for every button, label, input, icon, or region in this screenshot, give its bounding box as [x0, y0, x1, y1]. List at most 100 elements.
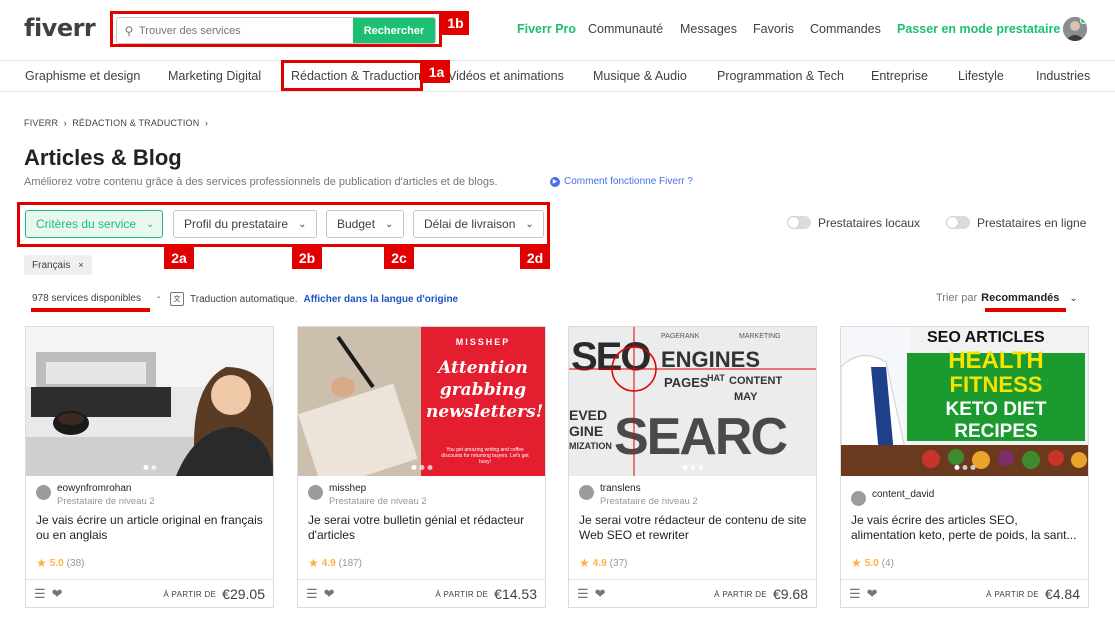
auto-translate: 文 Traduction automatique. Afficher dans …	[170, 292, 458, 306]
gig-rating: ★ 4.9 (37)	[579, 556, 627, 570]
nav-become-seller[interactable]: Passer en mode prestataire	[897, 22, 1060, 36]
online-sellers-toggle[interactable]	[946, 216, 970, 229]
cat-graphisme[interactable]: Graphisme et design	[25, 69, 140, 83]
gig-rating: ★ 4.9 (187)	[308, 556, 362, 570]
seller-avatar[interactable]	[308, 485, 323, 500]
rating-value: 5.0	[49, 557, 64, 569]
thumb-line: FITNESS	[949, 372, 1043, 397]
cat-industries[interactable]: Industries	[1036, 69, 1090, 83]
rating-count: (38)	[66, 557, 85, 569]
fiverr-logo[interactable]: fiverr	[24, 14, 96, 42]
play-icon: ▶	[550, 176, 560, 187]
cat-programmation[interactable]: Programmation & Tech	[717, 69, 844, 83]
page-subtitle: Améliorez votre contenu grâce à des serv…	[24, 176, 498, 188]
cat-musique[interactable]: Musique & Audio	[593, 69, 687, 83]
gig-title[interactable]: Je serai votre rédacteur de contenu de s…	[579, 513, 809, 543]
breadcrumb-section[interactable]: RÉDACTION & TRADUCTION	[72, 118, 199, 128]
annotation-label-2a: 2a	[164, 247, 194, 269]
how-it-works-link[interactable]: ▶ Comment fonctionne Fiverr ?	[550, 176, 693, 187]
annotation-box-1a	[281, 60, 423, 91]
gig-rating: ★ 5.0 (38)	[36, 556, 84, 570]
star-icon: ★	[308, 556, 319, 570]
gig-card[interactable]: MISSHEP Attention grabbing newsletters! …	[297, 326, 546, 608]
results-count: 978 services disponibles	[32, 293, 141, 304]
gig-thumbnail[interactable]: SEO ARTICLES HEALTH FITNESS KETO DIET RE…	[841, 327, 1088, 476]
seller-name[interactable]: misshep	[329, 483, 427, 494]
seller-avatar[interactable]	[36, 485, 51, 500]
gig-title[interactable]: Je vais écrire des articles SEO, aliment…	[851, 513, 1081, 543]
language-chip[interactable]: Français ×	[24, 255, 92, 275]
gig-title[interactable]: Je serai votre bulletin génial et rédact…	[308, 513, 538, 543]
auto-translate-label: Traduction automatique.	[190, 293, 298, 305]
price-from: À PARTIR DE	[714, 589, 767, 599]
seller-avatar[interactable]	[851, 491, 866, 506]
nav-communaute[interactable]: Communauté	[588, 22, 663, 36]
menu-icon[interactable]: ☰	[577, 586, 589, 602]
heart-icon[interactable]: ❤	[52, 586, 63, 602]
star-icon: ★	[851, 556, 862, 570]
gig-thumbnail[interactable]	[26, 327, 273, 476]
page-title: Articles & Blog	[24, 145, 182, 170]
nav-fiverr-pro[interactable]: Fiverr Pro	[517, 22, 576, 36]
gig-title[interactable]: Je vais écrire un article original en fr…	[36, 513, 266, 543]
seller-avatar[interactable]	[579, 485, 594, 500]
separator: -	[157, 292, 161, 303]
heart-icon[interactable]: ❤	[867, 586, 878, 602]
thumb-line: KETO DIET	[945, 399, 1047, 420]
show-original-link[interactable]: Afficher dans la langue d'origine	[303, 294, 458, 305]
menu-icon[interactable]: ☰	[849, 586, 861, 602]
local-sellers-label: Prestataires locaux	[818, 216, 921, 230]
close-icon[interactable]: ×	[78, 260, 83, 270]
gig-card[interactable]: eowynfromrohan Prestataire de niveau 2 J…	[25, 326, 274, 608]
menu-icon[interactable]: ☰	[34, 586, 46, 602]
thumb-brand: MISSHEP	[455, 337, 511, 347]
gig-thumbnail[interactable]: SEO ENGINES PAGERANK MARKETING PAGES HAT…	[569, 327, 816, 476]
annotation-box-2	[17, 202, 550, 247]
nav-commandes[interactable]: Commandes	[810, 22, 881, 36]
seller-name[interactable]: eowynfromrohan	[57, 483, 155, 494]
gig-card[interactable]: SEO ARTICLES HEALTH FITNESS KETO DIET RE…	[840, 326, 1089, 608]
menu-icon[interactable]: ☰	[306, 586, 318, 602]
thumb-line: SEO ARTICLES	[927, 329, 1045, 346]
seller-name[interactable]: content_david	[872, 489, 934, 500]
chevron-right-icon: ›	[202, 118, 209, 128]
sort-label: Trier par	[936, 292, 978, 304]
cat-videos[interactable]: Vidéos et animations	[448, 69, 564, 83]
price-value: €9.68	[772, 586, 808, 602]
breadcrumb-home[interactable]: FIVERR	[24, 118, 58, 128]
rating-count: (187)	[338, 557, 363, 569]
breadcrumb: FIVERR › RÉDACTION & TRADUCTION ›	[24, 118, 208, 128]
nav-messages[interactable]: Messages	[680, 22, 737, 36]
thumb-small: You get amazing writing and coffee disco…	[441, 447, 529, 465]
seller-name[interactable]: translens	[600, 483, 698, 494]
gig-thumbnail[interactable]: MISSHEP Attention grabbing newsletters! …	[298, 327, 545, 476]
chip-label: Français	[32, 259, 71, 271]
how-it-works-label: Comment fonctionne Fiverr ?	[564, 176, 693, 187]
seller-level: Prestataire de niveau 2	[329, 496, 427, 507]
heart-icon[interactable]: ❤	[595, 586, 606, 602]
price-value: €4.84	[1044, 586, 1080, 602]
price-from: À PARTIR DE	[435, 589, 489, 599]
thumb-line: RECIPES	[954, 421, 1038, 442]
local-sellers-toggle[interactable]	[787, 216, 811, 229]
rating-value: 4.9	[321, 557, 336, 569]
annotation-label-1b: 1b	[442, 11, 469, 35]
annotation-label-2b: 2b	[292, 247, 322, 269]
cat-marketing[interactable]: Marketing Digital	[168, 69, 261, 83]
star-icon: ★	[579, 556, 590, 570]
rating-count: (37)	[609, 557, 628, 569]
annotation-label-2c: 2c	[384, 247, 414, 269]
cat-entreprise[interactable]: Entreprise	[871, 69, 928, 83]
user-avatar[interactable]	[1063, 17, 1087, 41]
heart-icon[interactable]: ❤	[324, 586, 335, 602]
nav-favoris[interactable]: Favoris	[753, 22, 794, 36]
sort-control[interactable]: Trier par Recommandés ⌄	[936, 292, 1078, 304]
price-value: €14.53	[494, 586, 537, 602]
translate-icon: 文	[170, 292, 184, 306]
sort-value: Recommandés	[981, 292, 1060, 304]
annotation-label-2d: 2d	[520, 247, 550, 269]
annotation-underline-sort	[985, 308, 1066, 312]
online-sellers-label: Prestataires en ligne	[977, 216, 1087, 230]
cat-lifestyle[interactable]: Lifestyle	[958, 69, 1004, 83]
gig-card[interactable]: SEO ENGINES PAGERANK MARKETING PAGES HAT…	[568, 326, 817, 608]
